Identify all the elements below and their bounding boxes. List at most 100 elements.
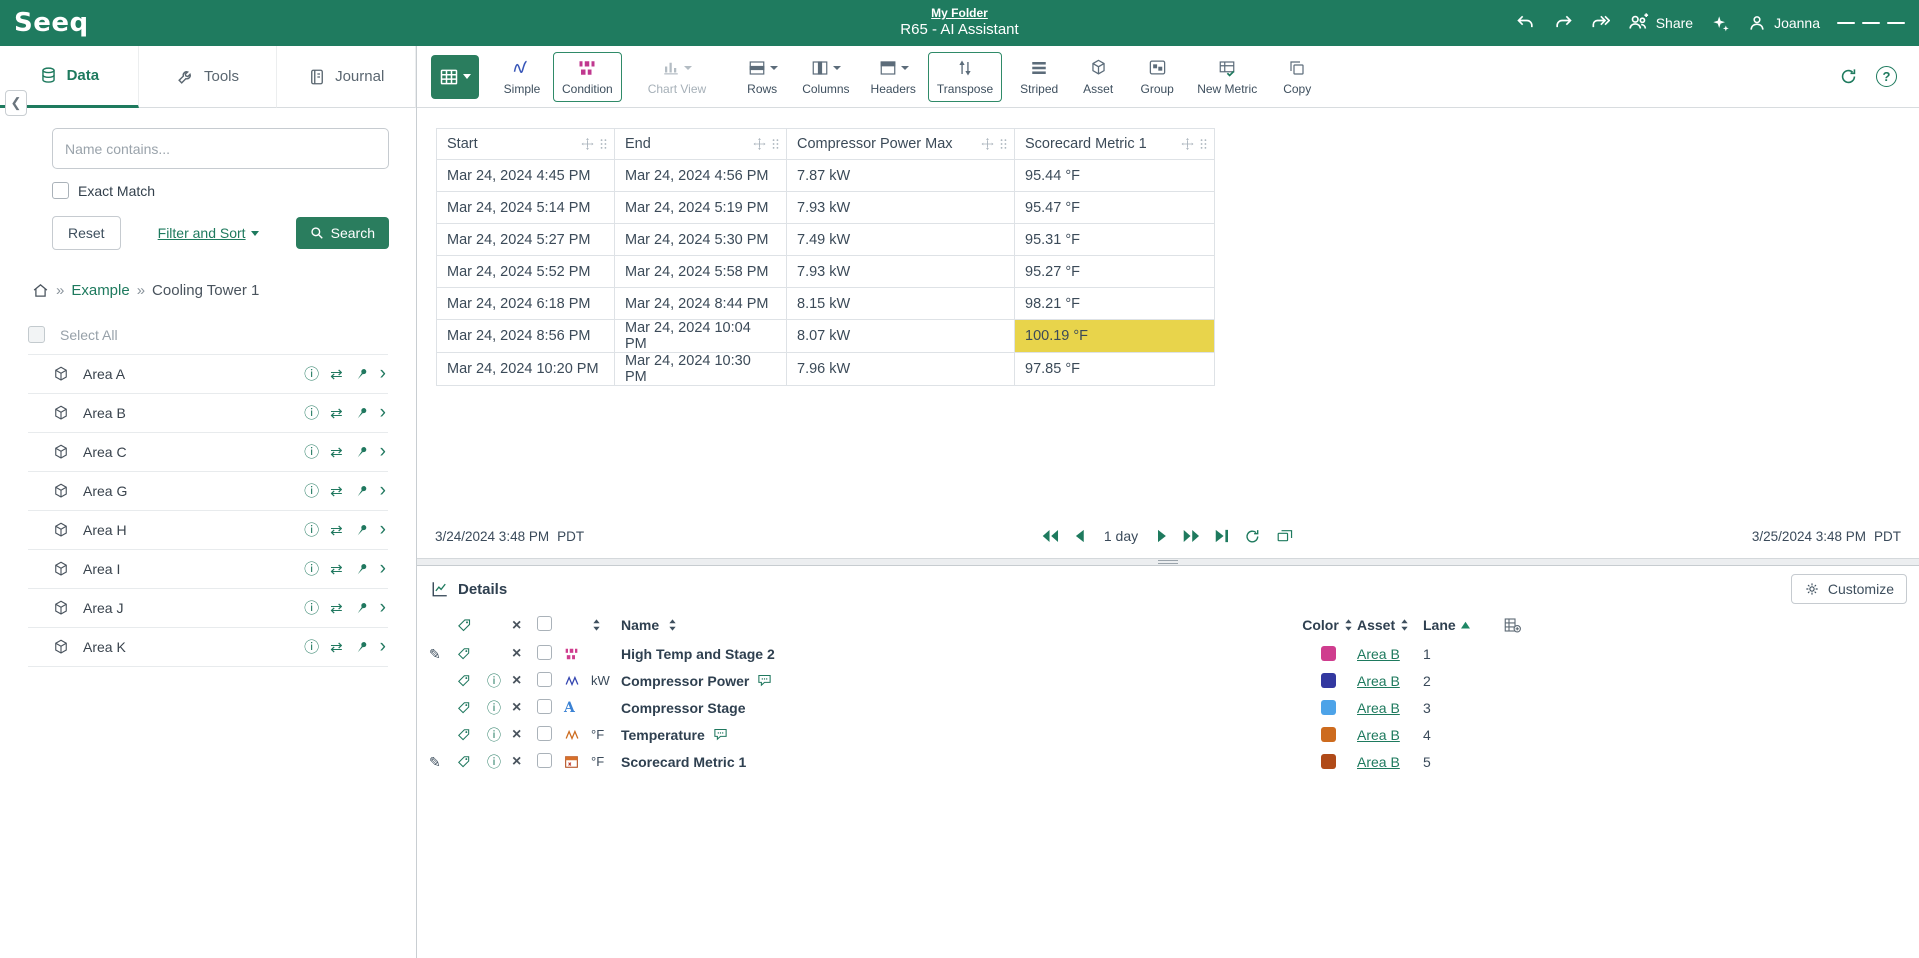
chevron-right-icon[interactable]: ›: [380, 637, 386, 656]
toolbar-asset-button[interactable]: Asset: [1070, 52, 1126, 102]
list-item[interactable]: Area H ⓘ⇄›: [28, 511, 388, 550]
folder-breadcrumb-link[interactable]: My Folder: [900, 6, 1018, 21]
pin-icon[interactable]: [351, 636, 372, 657]
chevron-right-icon[interactable]: ›: [380, 520, 386, 539]
pin-icon[interactable]: [351, 402, 372, 423]
swap-icon[interactable]: ⇄: [330, 523, 343, 538]
toolbar-rows-button[interactable]: Rows: [734, 52, 790, 102]
comment-icon[interactable]: [713, 727, 728, 742]
pin-icon[interactable]: [351, 363, 372, 384]
swap-icon[interactable]: ⇄: [330, 640, 343, 655]
remove-icon[interactable]: ×: [512, 672, 521, 689]
chevron-right-icon[interactable]: ›: [380, 598, 386, 617]
edit-pencil-icon[interactable]: ✎: [429, 755, 441, 769]
toolbar-condition-button[interactable]: Condition: [553, 52, 622, 102]
pin-icon[interactable]: [351, 441, 372, 462]
toolbar-group-button[interactable]: Group: [1129, 52, 1185, 102]
step-back-icon[interactable]: [1074, 529, 1085, 543]
exact-match-option[interactable]: Exact Match: [52, 182, 388, 199]
grip-dots-icon[interactable]: [771, 138, 780, 151]
range-start[interactable]: 3/24/2024 3:48 PMPDT: [435, 529, 584, 544]
info-icon[interactable]: ⓘ: [304, 640, 319, 655]
redo-icon[interactable]: [1553, 13, 1573, 33]
remove-all-icon[interactable]: ×: [512, 617, 521, 634]
swap-icon[interactable]: ⇄: [330, 367, 343, 382]
remove-icon[interactable]: ×: [512, 645, 521, 662]
duration-selector[interactable]: 1 day: [1100, 528, 1142, 544]
search-input[interactable]: [52, 128, 389, 169]
column-header-end[interactable]: End: [615, 129, 787, 160]
tag-icon[interactable]: [457, 701, 471, 715]
info-icon[interactable]: ⓘ: [487, 754, 501, 770]
range-end[interactable]: 3/25/2024 3:48 PMPDT: [1752, 529, 1901, 544]
remove-icon[interactable]: ×: [512, 726, 521, 743]
step-to-end-icon[interactable]: [1215, 529, 1229, 543]
detail-row[interactable]: ⓘ × A Compressor Stage Area B 3: [417, 694, 1527, 721]
list-item[interactable]: Area A ⓘ⇄›: [28, 355, 388, 394]
tab-tools[interactable]: Tools: [139, 46, 278, 108]
reset-button[interactable]: Reset: [52, 216, 121, 250]
detail-row[interactable]: ⓘ × °F Temperature Area B 4: [417, 721, 1527, 748]
list-item[interactable]: Area B ⓘ⇄›: [28, 394, 388, 433]
table-row[interactable]: Mar 24, 2024 4:45 PMMar 24, 2024 4:56 PM…: [437, 160, 1215, 192]
lane-column-header[interactable]: Lane: [1423, 617, 1456, 633]
grip-dots-icon[interactable]: [999, 138, 1008, 151]
toolbar-chart-view-button[interactable]: Chart View: [639, 52, 715, 102]
select-all-checkbox[interactable]: [28, 326, 45, 343]
tag-icon[interactable]: [457, 647, 471, 661]
panel-splitter[interactable]: [417, 558, 1919, 566]
toolbar-copy-button[interactable]: Copy: [1269, 52, 1325, 102]
table-row[interactable]: Mar 24, 2024 10:20 PMMar 24, 2024 10:30 …: [437, 353, 1215, 386]
breadcrumb-example-link[interactable]: Example: [71, 282, 129, 299]
grip-dots-icon[interactable]: [599, 138, 608, 151]
asset-link[interactable]: Area B: [1357, 646, 1400, 662]
chevron-right-icon[interactable]: ›: [380, 481, 386, 500]
splitter-grip-icon[interactable]: [1158, 560, 1178, 564]
table-row[interactable]: Mar 24, 2024 6:18 PMMar 24, 2024 8:44 PM…: [437, 288, 1215, 320]
toolbar-simple-button[interactable]: Simple: [494, 52, 550, 102]
remove-icon[interactable]: ×: [512, 753, 521, 770]
redo-all-icon[interactable]: [1590, 13, 1610, 33]
info-icon[interactable]: ⓘ: [304, 484, 319, 499]
step-forward-fast-icon[interactable]: [1183, 529, 1200, 543]
detail-row[interactable]: ✎ × High Temp and Stage 2 Area B 1: [417, 640, 1527, 667]
exact-match-checkbox[interactable]: [52, 182, 69, 199]
color-swatch[interactable]: [1321, 646, 1336, 661]
color-swatch[interactable]: [1321, 727, 1336, 742]
home-icon[interactable]: [32, 282, 49, 299]
color-swatch[interactable]: [1321, 700, 1336, 715]
sort-icon[interactable]: [667, 618, 678, 632]
row-checkbox[interactable]: [537, 753, 552, 768]
sort-icon[interactable]: [591, 618, 602, 632]
swap-icon[interactable]: ⇄: [330, 484, 343, 499]
info-icon[interactable]: ⓘ: [487, 700, 501, 716]
asset-column-header[interactable]: Asset: [1357, 617, 1395, 633]
table-row[interactable]: Mar 24, 2024 5:52 PMMar 24, 2024 5:58 PM…: [437, 256, 1215, 288]
toolbar-headers-button[interactable]: Headers: [862, 52, 925, 102]
info-icon[interactable]: ⓘ: [304, 406, 319, 421]
pin-icon[interactable]: [351, 558, 372, 579]
list-item[interactable]: Area C ⓘ⇄›: [28, 433, 388, 472]
list-item[interactable]: Area J ⓘ⇄›: [28, 589, 388, 628]
color-swatch[interactable]: [1321, 673, 1336, 688]
pin-icon[interactable]: [351, 519, 372, 540]
list-item[interactable]: Area K ⓘ⇄›: [28, 628, 388, 667]
pin-icon[interactable]: [351, 480, 372, 501]
toolbar-columns-button[interactable]: Columns: [793, 52, 858, 102]
undo-icon[interactable]: [1516, 13, 1536, 33]
swap-icon[interactable]: ⇄: [330, 406, 343, 421]
column-header-scorecard-metric-1[interactable]: Scorecard Metric 1: [1015, 129, 1215, 160]
asset-link[interactable]: Area B: [1357, 700, 1400, 716]
info-icon[interactable]: ⓘ: [304, 562, 319, 577]
move-column-icon[interactable]: [1181, 138, 1194, 151]
sort-icon[interactable]: [1343, 618, 1354, 632]
help-icon[interactable]: ?: [1876, 66, 1897, 87]
tag-icon[interactable]: [457, 728, 471, 742]
row-checkbox[interactable]: [537, 645, 552, 660]
swap-icon[interactable]: ⇄: [330, 562, 343, 577]
swap-icon[interactable]: ⇄: [330, 445, 343, 460]
sort-icon[interactable]: [1399, 618, 1410, 632]
grip-dots-icon[interactable]: [1199, 138, 1208, 151]
refresh-icon[interactable]: [1839, 67, 1858, 86]
pin-icon[interactable]: [351, 597, 372, 618]
